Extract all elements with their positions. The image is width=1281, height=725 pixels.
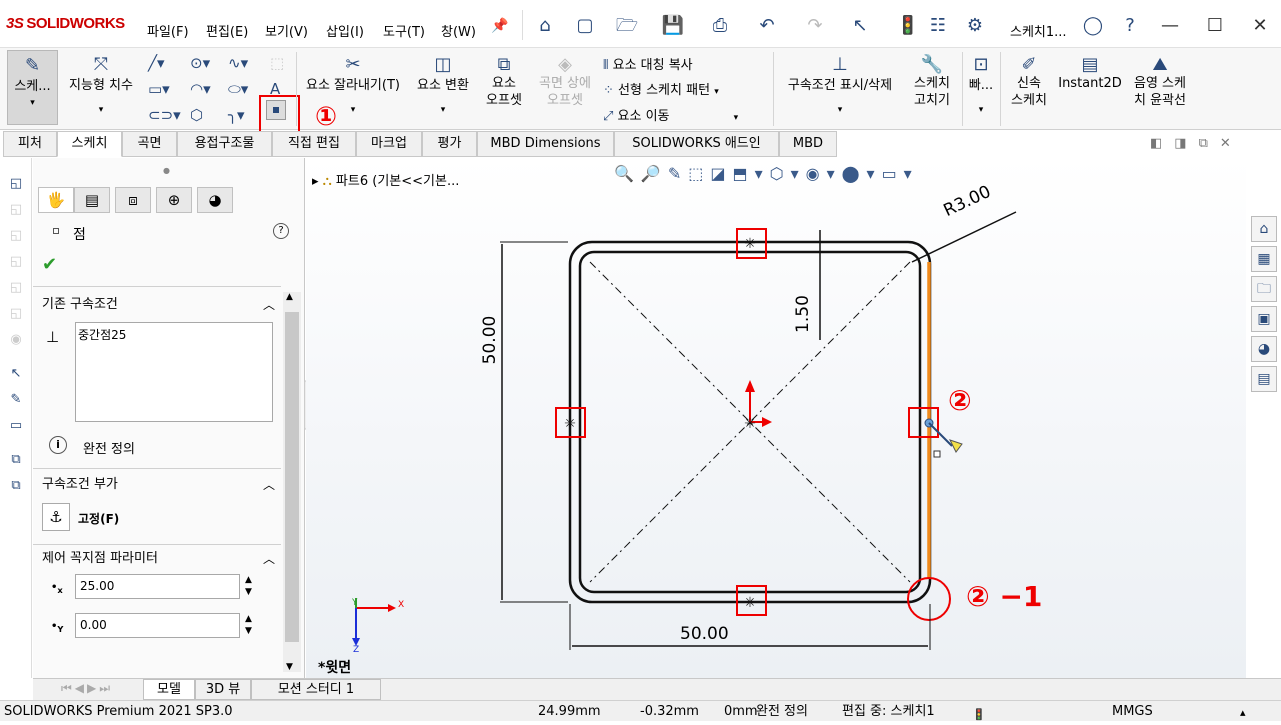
svg-text:✳: ✳ xyxy=(744,595,756,611)
triad-x-label: X xyxy=(398,600,405,610)
origin-x-arrow xyxy=(762,417,772,427)
status-bar: SOLIDWORKS Premium 2021 SP3.0 24.99mm -0… xyxy=(0,700,1281,721)
annotation-box-right xyxy=(908,407,939,438)
view-palette-icon[interactable]: ▣ xyxy=(1251,306,1277,332)
dimension-height[interactable]: 50.00 xyxy=(480,305,500,375)
task-pane-tabs: ⌂ ▦ 🗀 ▣ ◕ ▤ xyxy=(1247,210,1281,400)
status-product: SOLIDWORKS Premium 2021 SP3.0 xyxy=(4,704,233,719)
custom-properties-icon[interactable]: ▤ xyxy=(1251,366,1277,392)
status-definition: 완전 정의 xyxy=(756,704,808,719)
triad-z-label: Z xyxy=(353,645,360,655)
design-library-icon[interactable]: ▦ xyxy=(1251,246,1277,272)
tab-model[interactable]: 모델 xyxy=(143,679,195,700)
status-x: 24.99mm xyxy=(538,704,601,719)
sketch-drawing: ✳ ✳ ✳ ✳ xyxy=(500,211,1017,650)
status-z: 0mm xyxy=(724,704,758,719)
file-explorer-icon[interactable]: 🗀 xyxy=(1251,276,1277,302)
origin-y-arrow xyxy=(745,380,755,392)
status-editing: 편집 중: 스케치1 xyxy=(842,704,935,719)
svg-text:✳: ✳ xyxy=(564,416,576,432)
status-y: -0.32mm xyxy=(640,704,699,719)
view-orientation-label: *윗면 xyxy=(318,660,352,676)
svg-text:✳: ✳ xyxy=(744,236,756,252)
annotation-2: ② xyxy=(948,384,972,417)
appearances-icon[interactable]: ◕ xyxy=(1251,336,1277,362)
status-units[interactable]: MMGS xyxy=(1112,702,1153,722)
tab-3d-views[interactable]: 3D 뷰 xyxy=(195,679,251,700)
svg-text:✳: ✳ xyxy=(744,416,756,432)
units-dropdown-icon[interactable]: ▴ xyxy=(1240,703,1246,723)
rebuild-status-icon[interactable]: 🚦 xyxy=(972,705,986,725)
solidworks-resources-icon[interactable]: ⌂ xyxy=(1251,216,1277,242)
bottom-tabs-bar: ⏮◀▶⏭ 모델 3D 뷰 모션 스터디 1 xyxy=(33,678,1281,700)
annotation-2-1: ② −1 xyxy=(966,580,1043,613)
triad-y-label: Y xyxy=(352,598,358,608)
dimension-width[interactable]: 50.00 xyxy=(680,624,729,644)
tab-scroll-controls[interactable]: ⏮◀▶⏭ xyxy=(61,681,113,696)
dimension-offset[interactable]: 1.50 xyxy=(793,289,813,339)
tab-motion-study[interactable]: 모션 스터디 1 xyxy=(251,679,381,700)
